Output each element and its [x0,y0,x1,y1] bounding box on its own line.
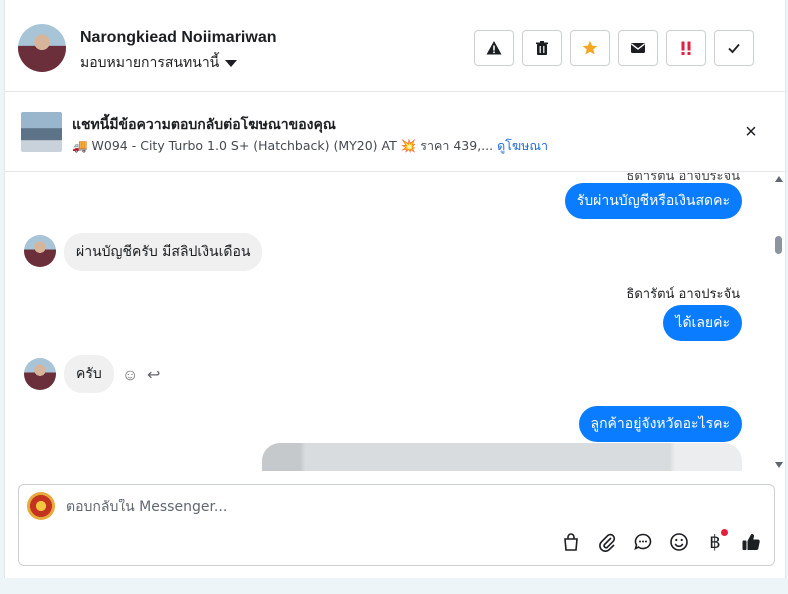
notification-dot [721,529,728,536]
shop-button[interactable] [560,531,582,553]
header-actions [474,30,754,66]
close-icon[interactable]: × [741,122,761,142]
check-icon [728,43,740,54]
message-bubble-outgoing[interactable]: รับผ่านบัญชีหรือเงินสดคะ [564,183,742,219]
mark-done-button[interactable] [714,30,754,66]
view-ad-link[interactable]: ดูโฆษณา [497,138,548,153]
caret-down-icon [225,59,238,67]
ad-banner-subtitle: 🚚 W094 - City Turbo 1.0 S+ (Hatchback) (… [72,136,548,156]
ad-banner-title: แชทนี้มีข้อความตอบกลับต่อโฆษณาของคุณ [72,117,336,133]
ad-description: 🚚 W094 - City Turbo 1.0 S+ (Hatchback) (… [72,138,494,153]
warning-icon [486,41,502,55]
report-button[interactable] [474,30,514,66]
message-composer: ฿ [18,484,775,566]
reply-icon[interactable]: ↩ [147,365,160,385]
priority-icon [681,41,691,55]
scroll-down-arrow-icon[interactable] [775,462,783,468]
contact-name[interactable]: Narongkiead Noiimariwan [80,29,277,47]
trash-icon [536,41,548,55]
assign-dropdown[interactable]: มอบหมายการสนทนานี้ [80,52,238,74]
emoji-react-icon[interactable]: ☺ [122,367,138,385]
chat-bubble-icon [634,533,652,550]
composer-tools: ฿ [560,529,762,553]
contact-avatar-small [24,358,56,390]
scroll-up-arrow-icon[interactable] [775,176,783,182]
star-icon [582,40,598,55]
page-avatar [27,492,55,520]
message-bubble-incoming[interactable]: ครับ [64,355,114,393]
conversation-header: Narongkiead Noiimariwan มอบหมายการสนทนาน… [5,4,787,92]
reply-input[interactable] [66,499,666,515]
attach-button[interactable] [596,531,618,553]
scrollbar[interactable] [773,173,785,471]
mail-icon [631,43,645,53]
thumbs-up-icon [742,534,760,551]
priority-button[interactable] [666,30,706,66]
delete-button[interactable] [522,30,562,66]
contact-avatar-small [24,235,56,267]
paperclip-icon [599,533,616,552]
mark-unread-button[interactable] [618,30,658,66]
smiley-icon [670,533,688,551]
saved-replies-button[interactable] [632,531,654,553]
shopping-bag-icon [564,533,578,551]
message-bubble-outgoing[interactable]: ลูกค้าอยู่จังหวัดอะไรคะ [578,406,742,442]
payment-button[interactable]: ฿ [704,529,728,553]
ad-thumbnail[interactable] [21,112,62,152]
assign-label: มอบหมายการสนทนานี้ [80,55,220,71]
message-thread[interactable]: ธิดารัตน์ อาจประจัน รับผ่านบัญชีหรือเงิน… [5,173,787,471]
star-button[interactable] [570,30,610,66]
image-attachment[interactable] [262,443,742,471]
scrollbar-thumb[interactable] [775,236,782,254]
like-button[interactable] [740,531,762,553]
conversation-panel: Narongkiead Noiimariwan มอบหมายการสนทนาน… [4,0,787,578]
sender-name: ธิดารัตน์ อาจประจัน [626,287,740,302]
message-bubble-incoming[interactable]: ผ่านบัญชีครับ มีสลิปเงินเดือน [64,233,263,271]
emoji-button[interactable] [668,531,690,553]
ad-reply-banner: แชทนี้มีข้อความตอบกลับต่อโฆษณาของคุณ 🚚 W… [5,92,787,172]
baht-icon: ฿ [709,531,721,553]
contact-avatar[interactable] [18,24,66,72]
message-bubble-outgoing[interactable]: ได้เลยค่ะ [663,305,742,341]
